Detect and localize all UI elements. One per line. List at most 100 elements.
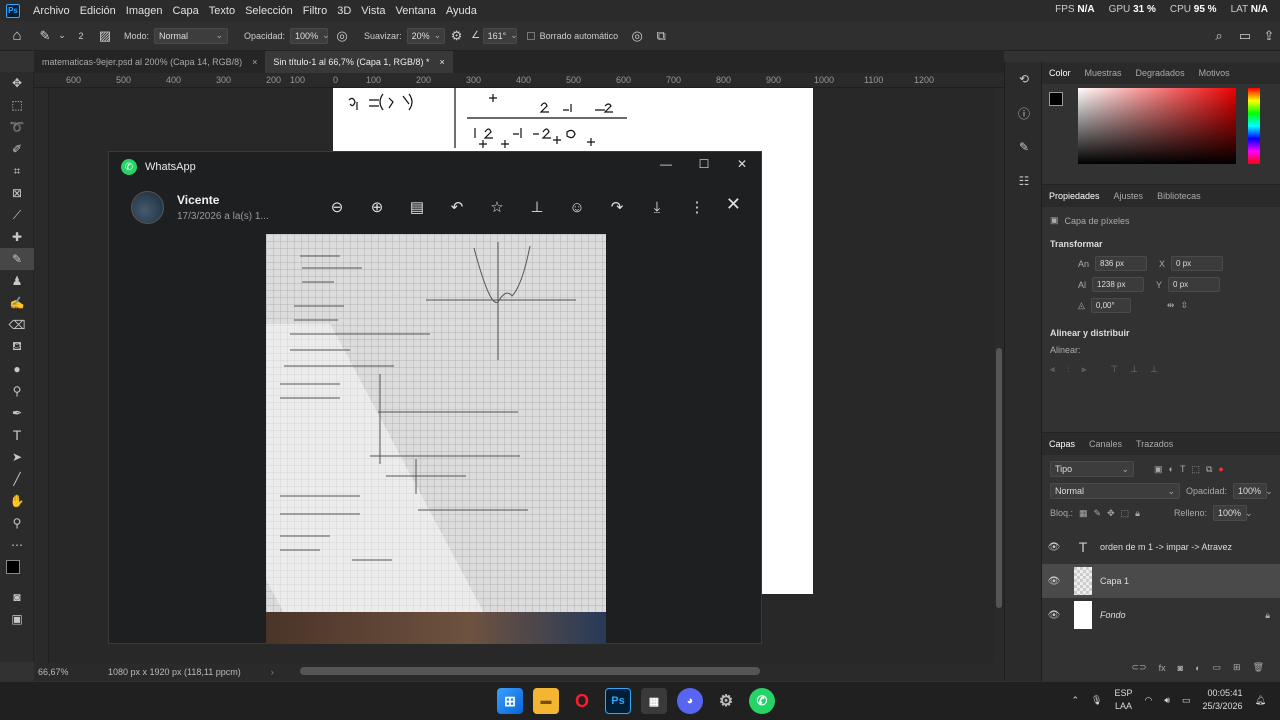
tab-trazados[interactable]: Trazados (1129, 439, 1180, 449)
zoom-out-icon[interactable]: ⊖ (317, 196, 357, 218)
tab-close-icon[interactable]: × (252, 57, 257, 67)
notification-icon[interactable]: 🔔︎ (1255, 695, 1266, 706)
horizontal-scrollbar[interactable] (300, 667, 760, 675)
tab-propiedades[interactable]: Propiedades (1042, 191, 1107, 201)
add-mask-icon[interactable]: ◙ (1178, 663, 1183, 673)
history-panel-icon[interactable]: ⟲ (1005, 62, 1043, 96)
search-icon[interactable]: ⌕ (1206, 28, 1232, 44)
menu-archivo[interactable]: Archivo (28, 5, 75, 17)
photoshop-taskbar-icon[interactable]: Ps (605, 688, 631, 714)
brush-tool-icon[interactable]: ✎ (0, 248, 34, 270)
smooth-field[interactable]: 20% (406, 27, 445, 44)
filter-shape-icon[interactable]: ⬚ (1191, 464, 1200, 475)
lock-pixels-icon[interactable]: ▦ (1079, 508, 1088, 519)
x-field[interactable]: 0 px (1171, 256, 1224, 271)
align-right-icon[interactable]: ⫸ (1081, 364, 1086, 375)
align-top-icon[interactable]: ⊤ (1110, 364, 1118, 375)
contact-name[interactable]: Vicente (177, 193, 219, 207)
tab-canales[interactable]: Canales (1082, 439, 1129, 449)
dodge-tool-icon[interactable]: ⚲ (0, 380, 34, 402)
move-tool-icon[interactable]: ✥ (0, 72, 34, 94)
discord-icon[interactable]: ◕ (677, 688, 703, 714)
crop-tool-icon[interactable]: ⌗ (0, 160, 34, 182)
tab-matematicas[interactable]: matematicas-9ejer.psd al 200% (Capa 14, … (34, 51, 265, 73)
close-viewer-icon[interactable]: ✕ (726, 194, 741, 215)
type-tool-icon[interactable]: T (0, 424, 34, 446)
hue-slider[interactable] (1248, 88, 1260, 164)
tool-preset-chevron-icon[interactable]: ⌄ (56, 30, 68, 41)
clock[interactable]: 00:05:41 25/3/2026 (1203, 687, 1243, 713)
flip-horizontal-icon[interactable]: ⇹ (1167, 300, 1175, 311)
menu-vista[interactable]: Vista (356, 5, 390, 17)
file-explorer-icon[interactable]: ▬ (533, 688, 559, 714)
forward-icon[interactable]: ↷ (597, 196, 637, 218)
align-left-icon[interactable]: ⫷ (1050, 364, 1055, 375)
share-icon[interactable]: ⇪ (1258, 28, 1280, 44)
brush-settings-icon[interactable]: ▨ (94, 28, 116, 44)
layer-fx-icon[interactable]: fx (1159, 663, 1166, 673)
menu-filtro[interactable]: Filtro (298, 5, 332, 17)
smoothing-gear-icon[interactable]: ⚙ (445, 28, 469, 44)
pen-tool-icon[interactable]: ✒ (0, 402, 34, 424)
tab-motivos[interactable]: Motivos (1192, 68, 1237, 78)
go-to-message-icon[interactable]: ▤ (397, 196, 437, 218)
settings-icon[interactable]: ⚙ (713, 688, 739, 714)
star-icon[interactable]: ☆ (477, 196, 517, 218)
tab-capas[interactable]: Capas (1042, 439, 1082, 449)
path-select-tool-icon[interactable]: ➤ (0, 446, 34, 468)
history-brush-tool-icon[interactable]: ✍ (0, 292, 34, 314)
scroll-thumb[interactable] (996, 348, 1002, 608)
zoom-in-icon[interactable]: ⊕ (357, 196, 397, 218)
info-panel-icon[interactable]: ⓘ (1005, 96, 1043, 130)
align-bottom-icon[interactable]: ⊥ (1150, 364, 1158, 375)
marquee-tool-icon[interactable]: ⬚ (0, 94, 34, 116)
lock-position-icon[interactable]: ✥ (1107, 508, 1115, 519)
link-layers-icon[interactable]: ⊂⊃ (1132, 662, 1147, 673)
layer-lock-icon[interactable]: 🔒︎ (1265, 610, 1270, 621)
layer-name[interactable]: Capa 1 (1100, 576, 1129, 586)
maximize-icon[interactable]: ☐ (685, 152, 723, 176)
pressure-size-icon[interactable]: ◎ (624, 28, 650, 44)
tab-muestras[interactable]: Muestras (1078, 68, 1129, 78)
screen-mode-icon[interactable]: ▣ (0, 608, 34, 630)
menu-edicion[interactable]: Edición (75, 5, 121, 17)
home-icon[interactable]: ⌂ (0, 27, 34, 44)
tab-degradados[interactable]: Degradados (1129, 68, 1192, 78)
calculator-icon[interactable]: ▦ (641, 688, 667, 714)
hand-tool-icon[interactable]: ✋ (0, 490, 34, 512)
tab-color[interactable]: Color (1042, 68, 1078, 78)
tab-close-icon[interactable]: × (439, 57, 444, 67)
transform-title[interactable]: Transformar (1042, 229, 1280, 253)
tray-chevron-icon[interactable]: ⌃ (1071, 695, 1079, 706)
menu-texto[interactable]: Texto (204, 5, 240, 17)
tab-ajustes[interactable]: Ajustes (1107, 191, 1151, 201)
layer-name[interactable]: Fondo (1100, 610, 1265, 620)
avatar[interactable] (131, 191, 164, 224)
emoji-react-icon[interactable]: ☺ (557, 196, 597, 218)
layer-row-fondo[interactable]: 👁︎ Fondo 🔒︎ (1042, 598, 1280, 632)
layer-name[interactable]: orden de m 1 -> impar -> Atravez (1100, 542, 1232, 552)
adjust-panel-icon[interactable]: ☷ (1005, 164, 1043, 198)
mode-select[interactable]: Normal (154, 27, 229, 44)
volume-icon[interactable]: 🔊︎ (1164, 695, 1170, 706)
download-icon[interactable]: ⤓ (637, 196, 677, 218)
align-middle-icon[interactable]: ⊥ (1130, 364, 1138, 375)
eyedropper-tool-icon[interactable]: ⟋ (0, 204, 34, 226)
tab-sin-titulo[interactable]: Sin título-1 al 66,7% (Capa 1, RGB/8) * … (265, 51, 453, 73)
opacity-field[interactable]: 100% (290, 27, 329, 44)
workspace-icon[interactable]: ▭ (1232, 28, 1258, 44)
healing-tool-icon[interactable]: ✚ (0, 226, 34, 248)
menu-ayuda[interactable]: Ayuda (441, 5, 482, 17)
vertical-scrollbar[interactable] (994, 88, 1004, 663)
menu-ventana[interactable]: Ventana (391, 5, 441, 17)
eraser-tool-icon[interactable]: ⌫ (0, 314, 34, 336)
bucket-tool-icon[interactable]: ⛾ (0, 336, 34, 358)
adjustment-layer-icon[interactable]: ◐ (1195, 663, 1200, 673)
whatsapp-taskbar-icon[interactable]: ✆ (749, 688, 775, 714)
filter-adjust-icon[interactable]: ◐ (1169, 464, 1174, 474)
color-field[interactable] (1078, 88, 1236, 164)
visibility-eye-icon[interactable]: 👁︎ (1042, 576, 1066, 587)
zoom-tool-icon[interactable]: ⚲ (0, 512, 34, 534)
layer-filter-select[interactable]: Tipo (1050, 461, 1134, 477)
start-icon[interactable]: ⊞ (497, 688, 523, 714)
